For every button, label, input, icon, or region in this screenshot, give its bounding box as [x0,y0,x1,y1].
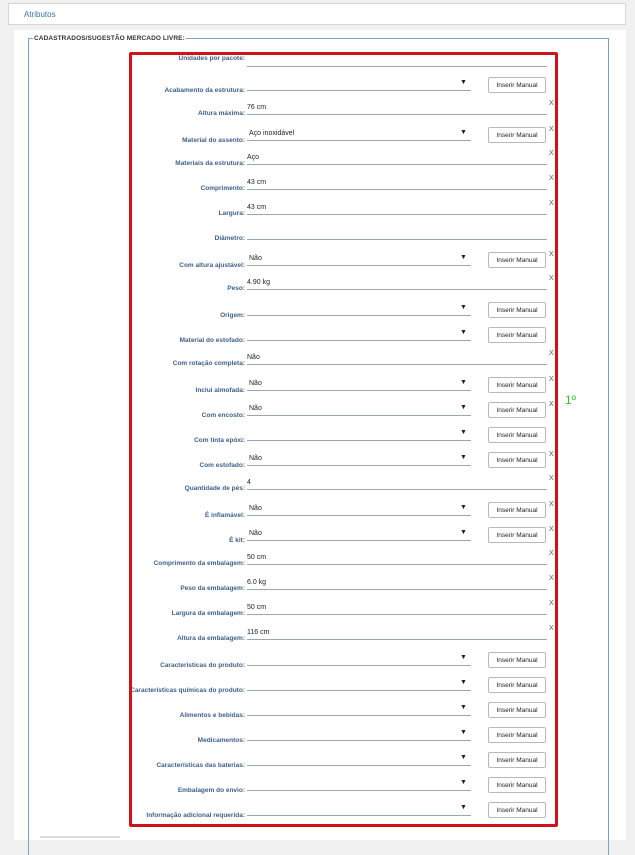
attributes-tab-bar: Atributos [8,3,626,25]
group-legend: CADASTRADOS/SUGESTÃO MERCADO LIVRE: [34,35,185,42]
highlight-box [129,52,558,827]
annotation-label: 1º [565,393,577,407]
footer-divider [40,836,120,838]
tab-atributos[interactable]: Atributos [24,10,56,19]
